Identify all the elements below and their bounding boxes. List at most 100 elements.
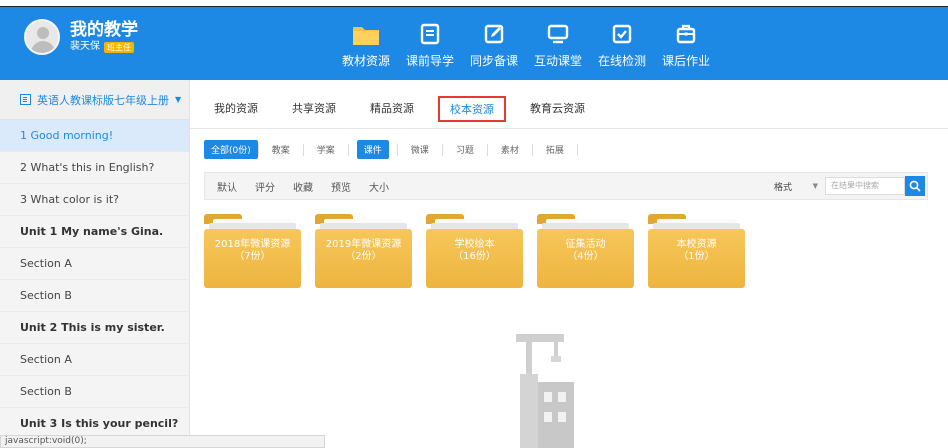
resource-tabs: 我的资源 共享资源 精品资源 校本资源 教育云资源 (204, 96, 609, 122)
tab-premium-resources[interactable]: 精品资源 (360, 96, 424, 122)
filter-extension[interactable]: 拓展 (533, 140, 577, 159)
nav-label: 教材资源 (341, 54, 390, 68)
user-name: 裴天保 (70, 41, 100, 52)
sort-views[interactable]: 预览 (322, 179, 360, 194)
chevron-down-icon: ▼ (812, 182, 818, 190)
search-button[interactable] (905, 176, 925, 196)
filter-courseware[interactable]: 课件 (356, 140, 389, 159)
search-icon (909, 180, 921, 192)
folder-label: 学校绘本 （16份） (426, 239, 523, 263)
filter-all[interactable]: 全部(0份) (204, 140, 258, 159)
filter-materials[interactable]: 素材 (488, 140, 532, 159)
folder-label: 2018年微课资源 （7份） (204, 239, 301, 263)
format-select[interactable]: 格式 ▼ (769, 178, 823, 194)
sidebar-item[interactable]: 1 Good morning! (0, 120, 189, 152)
filter-micro-lesson[interactable]: 微课 (398, 140, 442, 159)
monitor-icon (547, 24, 569, 44)
role-badge: 班主任 (104, 41, 134, 53)
tab-my-resources[interactable]: 我的资源 (204, 96, 268, 122)
sort-favorites[interactable]: 收藏 (284, 179, 322, 194)
sidebar: 英语人教课标版七年级上册 ▼ 1 Good morning! 2 What's … (0, 80, 190, 448)
folder-icon (353, 27, 379, 45)
folder-count: （1份） (678, 251, 715, 262)
tab-school-resources[interactable]: 校本资源 (438, 96, 506, 122)
sort-rating[interactable]: 评分 (246, 179, 284, 194)
folder-item[interactable]: 2019年微课资源 （2份） (315, 214, 412, 288)
sidebar-unit[interactable]: Unit 2 This is my sister. (0, 312, 189, 344)
sidebar-item[interactable]: Section B (0, 280, 189, 312)
divider (190, 128, 948, 129)
type-filters: 全部(0份) 教案 学案 课件 微课 习题 素材 拓展 (204, 140, 578, 159)
sidebar-item-label: Unit 1 My name's Gina. (20, 225, 164, 238)
sidebar-item[interactable]: Section B (0, 376, 189, 408)
folder-item[interactable]: 征集活动 （4份） (537, 214, 634, 288)
nav-item-classroom[interactable]: 互动课堂 (526, 7, 590, 80)
status-bar: javascript:void(0); (0, 435, 325, 448)
folder-item[interactable]: 2018年微课资源 （7份） (204, 214, 301, 288)
tab-shared-resources[interactable]: 共享资源 (282, 96, 346, 122)
folder-count: （7份） (234, 251, 271, 262)
user-subline: 裴天保 班主任 (70, 40, 138, 54)
page-title: 我的教学 (70, 20, 138, 40)
avatar-head (37, 27, 49, 39)
tab-cloud-resources[interactable]: 教育云资源 (520, 96, 595, 122)
main-content: 我的资源 共享资源 精品资源 校本资源 教育云资源 全部(0份) 教案 学案 课… (190, 80, 948, 448)
nav-item-materials[interactable]: 教材资源 (334, 7, 398, 80)
briefcase-icon (676, 24, 696, 44)
folder-name: 征集活动 (565, 239, 606, 250)
format-label: 格式 (774, 182, 793, 193)
sidebar-item-label: 2 What's this in English? (20, 161, 155, 174)
top-edge (0, 0, 948, 7)
sidebar-item-label: Unit 2 This is my sister. (20, 321, 165, 334)
folder-count: （2份） (345, 251, 382, 262)
document-icon (420, 23, 440, 45)
divider (347, 143, 349, 156)
folder-name: 2019年微课资源 (325, 239, 402, 250)
nav-item-homework[interactable]: 课后作业 (654, 7, 718, 80)
divider (576, 143, 578, 156)
folder-name: 学校绘本 (454, 239, 495, 250)
folder-count: （4份） (567, 251, 604, 262)
folder-name: 2018年微课资源 (214, 239, 291, 250)
sidebar-item[interactable]: 3 What color is it? (0, 184, 189, 216)
sort-size[interactable]: 大小 (360, 179, 398, 194)
nav-item-preview[interactable]: 课前导学 (398, 7, 462, 80)
app-header: 我的教学 裴天保 班主任 教材资源 课前导学 同步备课 互动课堂 在线检测 课后… (0, 7, 948, 80)
folder-name: 本校资源 (676, 239, 717, 250)
nav-label: 在线检测 (597, 54, 646, 68)
filter-lesson-plan[interactable]: 教案 (259, 140, 303, 159)
sidebar-item-label: Section A (20, 257, 72, 270)
book-title: 英语人教课标版七年级上册 (37, 93, 169, 107)
folder-item[interactable]: 本校资源 （1份） (648, 214, 745, 288)
filter-study-plan[interactable]: 学案 (304, 140, 348, 159)
filter-exercises[interactable]: 习题 (443, 140, 487, 159)
nav-item-test[interactable]: 在线检测 (590, 7, 654, 80)
sort-default[interactable]: 默认 (205, 179, 246, 194)
book-icon (20, 94, 31, 105)
folder-label: 2019年微课资源 （2份） (315, 239, 412, 263)
nav-label: 互动课堂 (533, 54, 582, 68)
folder-count: （16份） (453, 251, 496, 262)
sidebar-item-label: Section A (20, 353, 72, 366)
empty-building-icon (516, 334, 574, 448)
checkbox-icon (612, 24, 632, 44)
search-input[interactable]: 在结果中搜索 (825, 177, 905, 195)
folder-label: 本校资源 （1份） (648, 239, 745, 263)
nav-label: 课后作业 (661, 54, 710, 68)
avatar[interactable] (24, 19, 60, 55)
sidebar-item-label: Unit 3 Is this your pencil? (20, 417, 179, 430)
sidebar-item[interactable]: Section A (0, 248, 189, 280)
nav-item-prep[interactable]: 同步备课 (462, 7, 526, 80)
book-selector[interactable]: 英语人教课标版七年级上册 ▼ (0, 80, 189, 120)
sidebar-item[interactable]: 2 What's this in English? (0, 152, 189, 184)
sidebar-unit[interactable]: Unit 1 My name's Gina. (0, 216, 189, 248)
folder-item[interactable]: 学校绘本 （16份） (426, 214, 523, 288)
main-nav: 教材资源 课前导学 同步备课 互动课堂 在线检测 课后作业 (334, 7, 718, 80)
sort-bar: 默认 评分 收藏 预览 大小 格式 ▼ 在结果中搜索 (204, 172, 928, 200)
sidebar-item[interactable]: Section A (0, 344, 189, 376)
sidebar-item-label: Section B (20, 385, 72, 398)
nav-label: 课前导学 (405, 54, 454, 68)
user-info[interactable]: 我的教学 裴天保 班主任 (24, 19, 138, 55)
nav-label: 同步备课 (469, 54, 518, 68)
chevron-down-icon: ▼ (175, 95, 182, 104)
